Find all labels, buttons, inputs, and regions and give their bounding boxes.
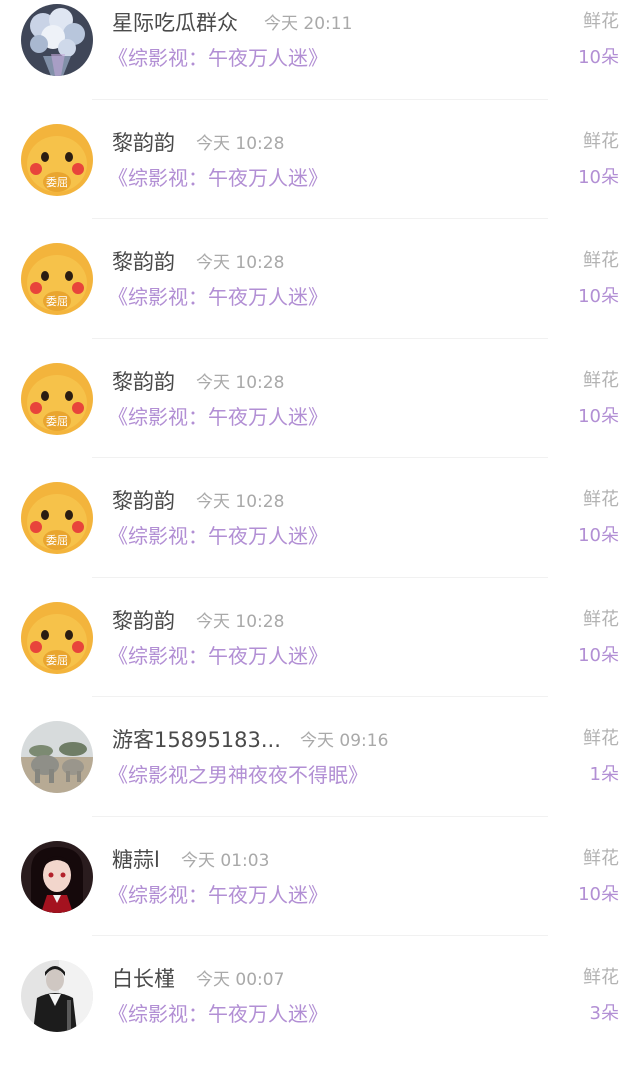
bw-person-avatar-icon [21,960,93,1032]
gift-type-label: 鲜花 [583,130,619,152]
user-avatar[interactable] [21,960,93,1032]
user-name[interactable]: 黎韵韵 [112,130,175,156]
user-name[interactable]: 白长槿 [112,966,175,992]
user-name[interactable]: 黎韵韵 [112,488,175,514]
pikachu-avatar-icon: 委屈 [21,243,93,315]
gift-count: 1朵 [589,764,619,785]
gift-time: 今天 10:28 [196,492,285,512]
book-title-link[interactable]: 《综影视：午夜万人迷》 [108,523,328,549]
gift-type-label: 鲜花 [583,967,619,988]
user-name[interactable]: 游客15895183... [112,727,281,753]
gift-count: 10朵 [578,883,619,905]
user-avatar[interactable]: 委屈 [21,482,93,554]
gift-time: 今天 10:28 [196,611,285,632]
row-divider [92,815,548,817]
gift-record-row[interactable]: 委屈 黎韵韵 今天 10:28 《综影视：午夜万人迷》 鲜花 10朵 [0,120,640,240]
gift-time: 今天 10:28 [196,133,285,154]
row-divider [92,98,548,100]
book-title-link[interactable]: 《综影视：午夜万人迷》 [108,284,328,310]
pikachu-avatar-icon: 委屈 [21,123,93,196]
user-avatar[interactable]: 委屈 [21,601,93,674]
user-name[interactable]: 黎韵韵 [112,369,175,395]
gift-type-label: 鲜花 [583,608,619,630]
gift-record-row[interactable]: 糖蒜l 今天 01:03 《综影视：午夜万人迷》 鲜花 10朵 [0,837,640,957]
pikachu-avatar-icon: 委屈 [21,601,93,674]
flower-bouquet-avatar-icon [21,4,93,76]
gift-type-label: 鲜花 [583,728,619,749]
gift-count: 10朵 [578,525,619,546]
book-title-link[interactable]: 《综影视：午夜万人迷》 [108,165,328,191]
row-divider [92,935,548,936]
gift-count: 10朵 [578,286,619,307]
book-title-link[interactable]: 《综影视：午夜万人迷》 [108,882,328,908]
gift-type-label: 鲜花 [583,369,619,391]
gift-count: 10朵 [578,166,619,188]
gift-time: 今天 20:11 [264,14,353,34]
gift-record-row[interactable]: 游客15895183... 今天 09:16 《综影视之男神夜夜不得眠》 鲜花 … [0,717,640,837]
row-divider [92,696,548,697]
svg-text:委屈: 委屈 [46,415,68,428]
user-avatar[interactable] [21,840,93,913]
svg-text:委屈: 委屈 [46,176,68,189]
pikachu-avatar-icon: 委屈 [21,482,93,554]
anime-girl-avatar-icon [21,840,93,913]
pikachu-avatar-icon: 委屈 [21,362,93,435]
row-divider [92,576,548,578]
user-name[interactable]: 黎韵韵 [112,608,175,634]
gift-time: 今天 01:03 [181,850,270,871]
book-title-link[interactable]: 《综影视：午夜万人迷》 [108,1001,328,1027]
user-name[interactable]: 黎韵韵 [112,249,175,275]
gift-record-list: 星际吃瓜群众 今天 20:11 《综影视：午夜万人迷》 鲜花 10朵 委屈 黎韵… [0,0,640,1076]
book-title-link[interactable]: 《综影视之男神夜夜不得眠》 [108,762,368,788]
book-title-link[interactable]: 《综影视：午夜万人迷》 [108,45,328,71]
svg-text:委屈: 委屈 [46,534,68,547]
user-avatar[interactable]: 委屈 [21,243,93,315]
user-name[interactable]: 糖蒜l [112,847,160,873]
gift-time: 今天 09:16 [300,731,389,751]
user-avatar[interactable]: 委屈 [21,123,93,196]
user-avatar[interactable]: 委屈 [21,362,93,435]
book-title-link[interactable]: 《综影视：午夜万人迷》 [108,404,328,430]
gift-count: 10朵 [578,405,619,427]
gift-count: 10朵 [578,47,619,68]
row-divider [92,218,548,219]
gift-count: 3朵 [589,1003,619,1024]
gift-type-label: 鲜花 [583,847,619,869]
book-title-link[interactable]: 《综影视：午夜万人迷》 [108,643,328,669]
gift-record-row[interactable]: 白长槿 今天 00:07 《综影视：午夜万人迷》 鲜花 3朵 [0,956,640,1076]
gift-record-row[interactable]: 委屈 黎韵韵 今天 10:28 《综影视：午夜万人迷》 鲜花 10朵 [0,478,640,598]
gift-count: 10朵 [578,644,619,666]
gift-time: 今天 00:07 [196,970,285,990]
gift-record-row[interactable]: 委屈 黎韵韵 今天 10:28 《综影视：午夜万人迷》 鲜花 10朵 [0,359,640,479]
gift-type-label: 鲜花 [583,489,619,510]
gift-type-label: 鲜花 [583,11,619,32]
row-divider [92,337,548,339]
stone-elephant-avatar-icon [21,721,93,793]
gift-record-row[interactable]: 委屈 黎韵韵 今天 10:28 《综影视：午夜万人迷》 鲜花 10朵 [0,239,640,359]
user-avatar[interactable] [21,721,93,793]
gift-type-label: 鲜花 [583,250,619,271]
gift-record-row[interactable]: 星际吃瓜群众 今天 20:11 《综影视：午夜万人迷》 鲜花 10朵 [0,0,640,120]
user-avatar[interactable] [21,4,93,76]
gift-time: 今天 10:28 [196,372,285,393]
gift-record-row[interactable]: 委屈 黎韵韵 今天 10:28 《综影视：午夜万人迷》 鲜花 10朵 [0,598,640,718]
gift-time: 今天 10:28 [196,253,285,273]
svg-text:委屈: 委屈 [46,295,68,308]
row-divider [92,457,548,458]
user-name[interactable]: 星际吃瓜群众 [112,10,238,36]
svg-text:委屈: 委屈 [46,654,68,667]
